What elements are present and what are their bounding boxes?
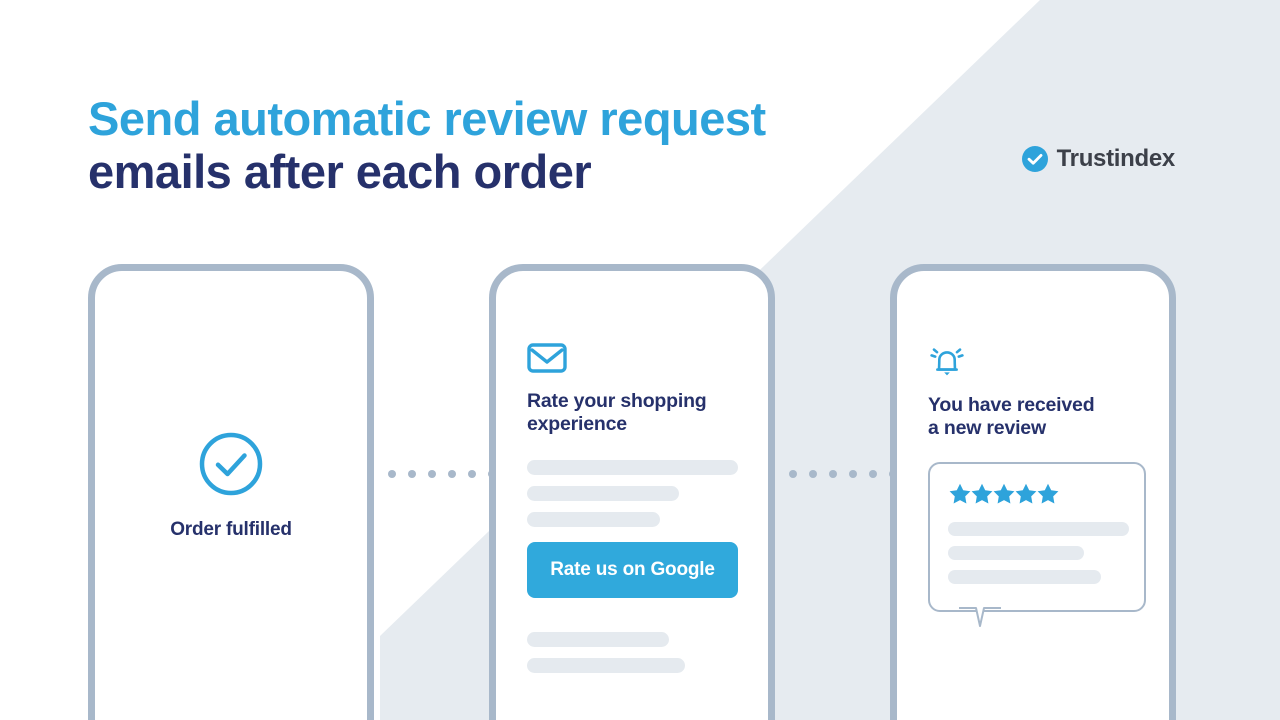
- placeholder-bar: [948, 521, 1129, 536]
- connector-dot: [388, 470, 396, 478]
- star-rating: [948, 482, 1126, 506]
- review-request-content: Rate your shopping experience Rate us on…: [527, 343, 744, 684]
- connector-dot: [428, 470, 436, 478]
- new-review-title: You have received a new review: [928, 394, 1095, 439]
- placeholder-bar: [948, 569, 1101, 584]
- connector-dot: [869, 470, 877, 478]
- star-icon: [1037, 483, 1059, 504]
- step-card-new-review-notification: You have received a new review: [890, 264, 1176, 720]
- placeholder-bar: [527, 485, 679, 501]
- placeholder-bars-top: [527, 459, 744, 527]
- connector-dot: [829, 470, 837, 478]
- star-icon: [949, 483, 971, 504]
- review-bubble: [928, 461, 1146, 627]
- check-circle-icon: [199, 432, 263, 496]
- review-request-title: Rate your shopping experience: [527, 390, 707, 435]
- placeholder-bar: [527, 459, 738, 475]
- star-icon: [971, 483, 993, 504]
- order-fulfilled-label: Order fulfilled: [170, 519, 292, 540]
- connector-dot: [408, 470, 416, 478]
- bell-icon: [930, 348, 964, 376]
- slide-canvas: Send automatic review request emails aft…: [0, 0, 1280, 720]
- bubble-tail-icon: [958, 606, 1002, 627]
- placeholder-bars-bottom: [527, 631, 744, 673]
- step-card-review-request-email: Rate your shopping experience Rate us on…: [489, 264, 775, 720]
- placeholder-bar: [527, 631, 669, 647]
- placeholder-bar: [527, 511, 660, 527]
- rate-us-on-google-button[interactable]: Rate us on Google: [527, 541, 738, 598]
- connector-dot: [468, 470, 476, 478]
- new-review-content: You have received a new review: [928, 343, 1146, 627]
- connector-dots-1: [388, 470, 496, 478]
- brand-logo: Trustindex: [1021, 145, 1176, 173]
- check-badge-icon: [1021, 146, 1048, 172]
- connector-dot: [488, 470, 496, 478]
- step-card-order-fulfilled: Order fulfilled: [88, 264, 374, 720]
- connector-dot: [889, 470, 897, 478]
- connector-dot: [809, 470, 817, 478]
- brand-name: Trustindex: [1056, 145, 1176, 172]
- connector-dot: [849, 470, 857, 478]
- page-title: Send automatic review request emails aft…: [88, 93, 888, 198]
- headline-line-2: emails after each order: [88, 145, 592, 199]
- placeholder-bar: [527, 657, 685, 673]
- connector-dots-2: [789, 470, 897, 478]
- connector-dot: [789, 470, 797, 478]
- star-icon: [993, 483, 1015, 504]
- placeholder-bar: [948, 545, 1084, 560]
- order-fulfilled-content: Order fulfilled: [95, 431, 367, 541]
- envelope-icon: [527, 343, 567, 373]
- star-icon: [1015, 483, 1037, 504]
- connector-dot: [448, 470, 456, 478]
- headline-line-1: Send automatic review request: [88, 92, 766, 146]
